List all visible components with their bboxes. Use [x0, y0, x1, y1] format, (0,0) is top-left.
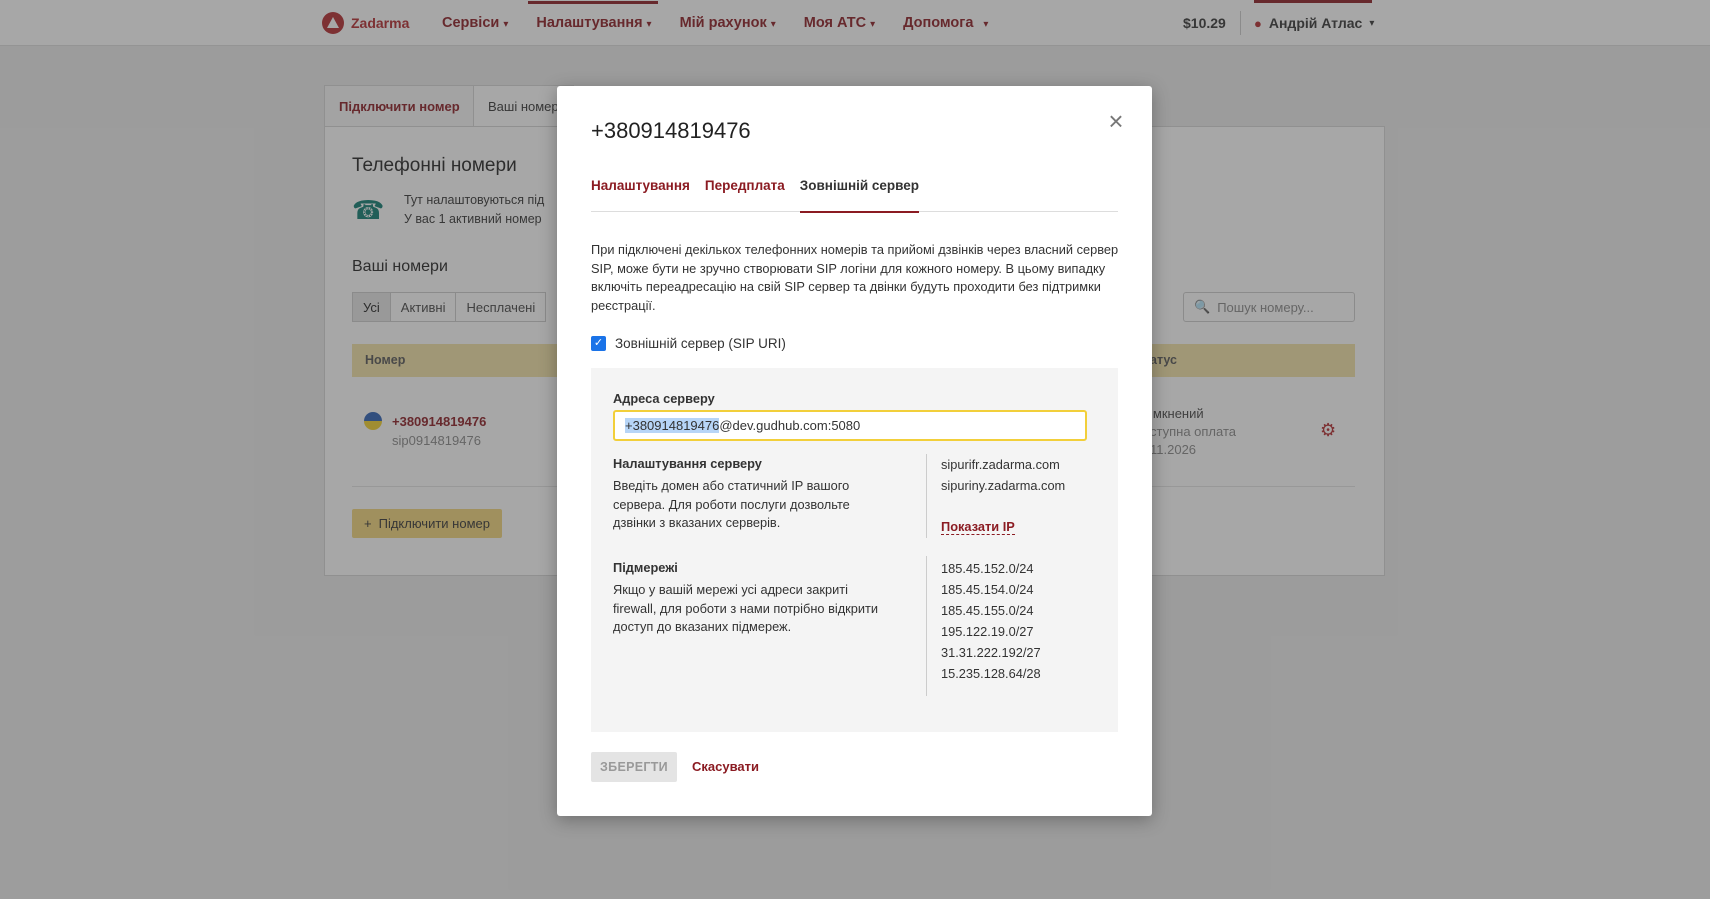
- server-host-2: sipuriny.zadarma.com: [941, 478, 1066, 493]
- modal-tabs: Налаштування Передплата Зовнішній сервер: [591, 176, 1118, 213]
- tab-settings[interactable]: Налаштування: [591, 176, 690, 212]
- number-settings-modal: +380914819476 × Налаштування Передплата …: [557, 86, 1152, 816]
- subnet-item: 185.45.155.0/24: [941, 603, 1034, 618]
- tab-external-server[interactable]: Зовнішній сервер: [799, 176, 920, 213]
- checkbox-label: Зовнішній сервер (SIP URI): [615, 336, 786, 351]
- save-button[interactable]: ЗБЕРЕГТИ: [591, 752, 677, 782]
- selected-text: +380914819476: [625, 418, 720, 433]
- tab-subscription[interactable]: Передплата: [705, 176, 785, 212]
- subnet-item: 185.45.154.0/24: [941, 582, 1034, 597]
- server-settings-text: Введіть домен або статичний IP вашого се…: [613, 478, 850, 530]
- modal-title: +380914819476: [591, 118, 751, 143]
- divider: [926, 454, 927, 538]
- cancel-button[interactable]: Скасувати: [692, 759, 759, 774]
- server-settings-heading: Налаштування серверу: [613, 456, 762, 471]
- server-host-1: sipurifr.zadarma.com: [941, 457, 1060, 472]
- checkbox-checked-icon[interactable]: ✓: [591, 336, 606, 351]
- subnet-item: 15.235.128.64/28: [941, 666, 1041, 681]
- server-settings-panel: Адреса серверу +380914819476 @dev.gudhub.…: [591, 368, 1118, 732]
- server-address-input[interactable]: +380914819476 @dev.gudhub.com:5080: [613, 410, 1087, 441]
- subnets-text: Якщо у вашій мережі усі адреси закриті f…: [613, 582, 879, 634]
- subnet-item: 195.122.19.0/27: [941, 624, 1034, 639]
- subnets-heading: Підмережі: [613, 560, 678, 575]
- server-address-label: Адреса серверу: [613, 391, 715, 406]
- subnet-item: 185.45.152.0/24: [941, 561, 1034, 576]
- address-rest-text: @dev.gudhub.com:5080: [719, 418, 861, 433]
- show-ip-link[interactable]: Показати IP: [941, 519, 1015, 535]
- divider: [926, 556, 927, 696]
- external-server-description: При підключені декількох телефонних номе…: [591, 242, 1119, 313]
- external-server-checkbox-row[interactable]: ✓ Зовнішній сервер (SIP URI): [591, 336, 786, 351]
- subnet-item: 31.31.222.192/27: [941, 645, 1041, 660]
- close-icon[interactable]: ×: [1104, 108, 1128, 134]
